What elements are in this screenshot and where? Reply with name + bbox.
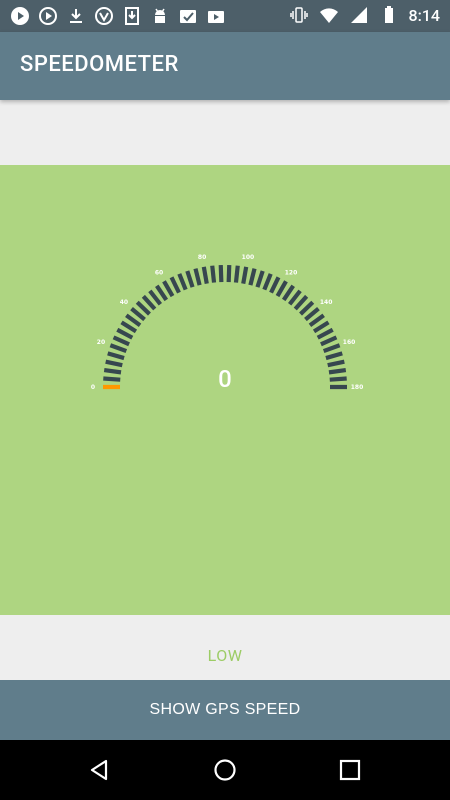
gauge-tick: [201, 266, 209, 284]
play-icon: [39, 7, 57, 25]
gauge-tick: [116, 327, 134, 340]
wifi-icon: [319, 8, 338, 23]
gauge-tick-label: 20: [97, 339, 105, 346]
play-icon: [11, 7, 29, 25]
gauge-tick: [241, 266, 249, 284]
gauge-tick: [255, 270, 265, 288]
show-gps-speed-button[interactable]: SHOW GPS SPEED: [0, 680, 450, 740]
download-icon: [70, 9, 82, 23]
checklist-icon: [180, 10, 196, 23]
gauge-tick: [308, 313, 325, 327]
speed-level-label: LOW: [207, 646, 243, 665]
android-icon: [155, 8, 165, 23]
gauge-tick-label: 80: [198, 254, 206, 261]
vibrate-icon: [289, 7, 308, 23]
gauge-tick: [320, 335, 338, 347]
gauge-tick: [275, 280, 288, 298]
home-icon[interactable]: [213, 758, 237, 782]
gauge-tick-label: 100: [242, 254, 255, 261]
gauge-tick: [193, 268, 202, 286]
media-icon: [208, 11, 224, 23]
download-box-icon: [125, 7, 139, 25]
gauge-tick: [262, 273, 273, 291]
gauge-tick: [322, 343, 341, 354]
gauge-tick: [107, 351, 125, 361]
gauge-tick-label: 160: [343, 339, 356, 346]
gauge-tick-label: 120: [285, 270, 298, 277]
gauge-tick: [316, 327, 334, 340]
gauge-tick: [185, 270, 195, 288]
gauge-tick: [169, 276, 181, 294]
gauge-tick: [281, 284, 295, 302]
gauge-tick: [210, 265, 217, 283]
gauge-tick: [312, 320, 330, 334]
speedometer-panel: 0 20 40 60 80 100 120 140 160 180 0: [0, 165, 450, 615]
signal-icon: [350, 7, 367, 23]
gauge-tick-label: 140: [320, 299, 333, 306]
status-bar-system: 8:14: [289, 5, 441, 25]
recents-icon[interactable]: [338, 758, 362, 782]
speed-value: 0: [218, 365, 232, 393]
gauge-tick-label: 40: [120, 299, 128, 306]
gauge-tick: [325, 351, 343, 361]
gauge-tick: [218, 265, 224, 283]
back-icon[interactable]: [88, 758, 112, 782]
gauge-tick: [109, 343, 128, 354]
battery-icon: [384, 6, 393, 23]
status-bar-notifications: [10, 6, 226, 26]
gauge-tick: [162, 280, 175, 298]
navigation-bar: [0, 740, 450, 800]
status-time: 8:14: [408, 5, 441, 25]
gauge-tick: [269, 276, 281, 294]
gauge-tick: [177, 273, 188, 291]
gauge-tick: [226, 265, 232, 283]
gauge-tick: [233, 265, 240, 283]
gauge-tick: [155, 284, 169, 302]
gauge-tick: [120, 320, 138, 334]
app-title: SPEEDOMETER: [20, 52, 179, 77]
shield-icon: [95, 7, 113, 25]
gauge-tick: [248, 268, 257, 286]
gauge-tick-label: 60: [155, 270, 163, 277]
status-bar: 8:14: [0, 0, 450, 32]
gauge-tick: [112, 335, 130, 347]
app-bar: SPEEDOMETER: [0, 32, 450, 100]
gauge-tick: [125, 313, 142, 327]
